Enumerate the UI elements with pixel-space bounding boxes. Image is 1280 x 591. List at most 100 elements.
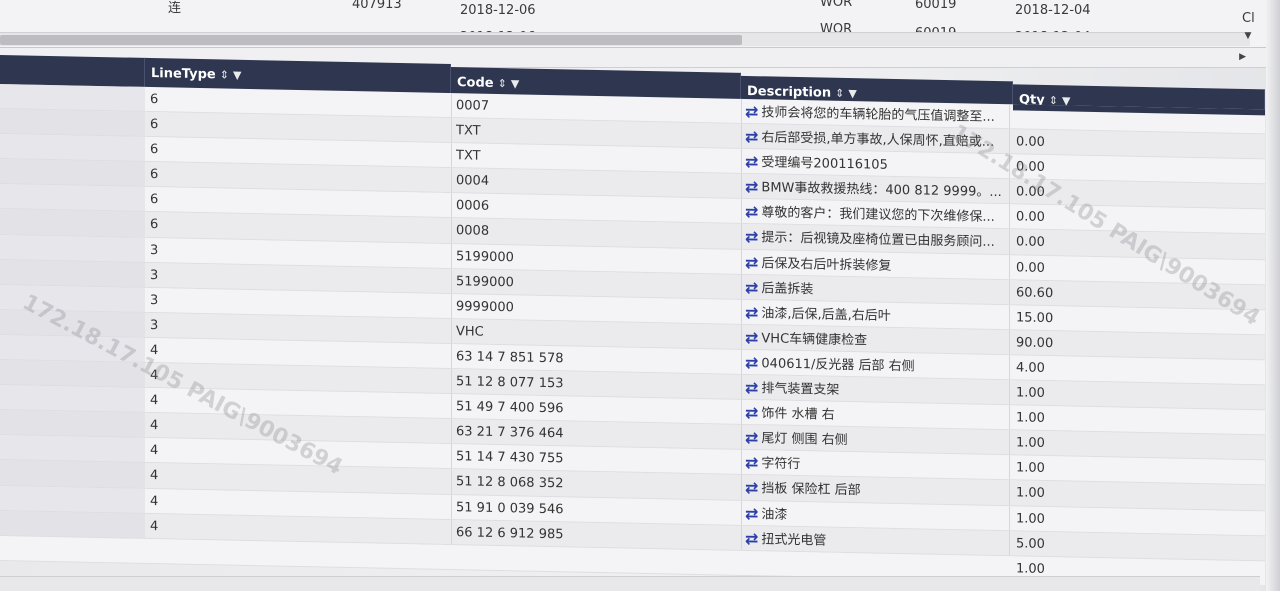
column-divider bbox=[1009, 430, 1010, 455]
description-text: 排气装置支架 bbox=[761, 381, 840, 398]
column-divider bbox=[741, 224, 742, 249]
swap-arrows-icon[interactable]: ⇄ bbox=[745, 350, 758, 375]
column-divider bbox=[741, 450, 742, 475]
description-text: 040611/反光器 后部 右侧 bbox=[761, 356, 915, 375]
row-selector[interactable] bbox=[0, 510, 145, 539]
description-text: 尊敬的客户：我们建议您的下次维修保... bbox=[761, 205, 995, 226]
row-selector[interactable] bbox=[0, 159, 145, 188]
column-divider bbox=[451, 318, 452, 344]
filter-icon[interactable]: ▼ bbox=[848, 87, 856, 100]
column-divider bbox=[451, 469, 452, 494]
row-selector[interactable] bbox=[0, 435, 145, 464]
column-divider bbox=[1009, 405, 1010, 430]
row-selector[interactable] bbox=[0, 284, 145, 313]
description-text: 油漆,后保,后盖,右后叶 bbox=[761, 306, 891, 324]
lower-horizontal-scrollbar[interactable] bbox=[0, 576, 1260, 591]
column-divider bbox=[451, 394, 452, 419]
column-divider bbox=[741, 98, 742, 123]
filter-icon[interactable]: ▼ bbox=[233, 69, 241, 82]
row-selector[interactable] bbox=[0, 385, 145, 414]
column-divider bbox=[741, 249, 742, 274]
upper-cell: 2018-12-06 bbox=[460, 3, 536, 18]
column-divider bbox=[741, 149, 742, 174]
swap-arrows-icon[interactable]: ⇄ bbox=[745, 450, 758, 475]
description-text: 字符行 bbox=[761, 456, 801, 473]
row-selector[interactable] bbox=[0, 460, 145, 489]
upper-cell: 2018-12-04 bbox=[1015, 3, 1091, 18]
row-selector[interactable] bbox=[0, 84, 145, 112]
swap-arrows-icon[interactable]: ⇄ bbox=[745, 275, 758, 300]
upper-cell: 60019 bbox=[915, 0, 957, 12]
upper-grid: 连 407913 2018-12-06 WOR 60019 2018-12-04… bbox=[0, 0, 1270, 48]
sort-icon[interactable]: ⇕ bbox=[220, 68, 229, 81]
upper-grid-row[interactable]: 连 407913 2018-12-06 WOR 60019 2018-12-04… bbox=[0, 0, 1255, 26]
column-divider bbox=[451, 519, 452, 544]
scroll-right-arrow-icon[interactable]: ▶ bbox=[1239, 52, 1246, 62]
row-selector[interactable] bbox=[0, 259, 145, 288]
column-divider bbox=[1009, 179, 1010, 204]
swap-arrows-icon[interactable]: ⇄ bbox=[745, 99, 758, 124]
description-text: 后盖拆装 bbox=[761, 280, 814, 297]
swap-arrows-icon[interactable]: ⇄ bbox=[745, 475, 758, 500]
column-divider bbox=[741, 199, 742, 224]
column-divider bbox=[741, 174, 742, 199]
sort-icon[interactable]: ⇕ bbox=[498, 77, 507, 90]
row-selector[interactable] bbox=[0, 485, 145, 514]
row-selector[interactable] bbox=[0, 184, 145, 213]
description-text: 右后部受损,单方事故,人保周怀,直赔或... bbox=[761, 130, 995, 151]
swap-arrows-icon[interactable]: ⇄ bbox=[745, 325, 758, 350]
column-divider bbox=[1009, 229, 1010, 254]
row-selector[interactable] bbox=[0, 234, 145, 263]
swap-arrows-icon[interactable]: ⇄ bbox=[745, 124, 758, 149]
upper-scrollbar-thumb[interactable] bbox=[0, 35, 742, 45]
column-divider bbox=[451, 143, 452, 168]
swap-arrows-icon[interactable]: ⇄ bbox=[745, 300, 758, 325]
swap-arrows-icon[interactable]: ⇄ bbox=[745, 149, 758, 174]
upper-horizontal-scrollbar[interactable] bbox=[0, 32, 1250, 46]
screen: 连 407913 2018-12-06 WOR 60019 2018-12-04… bbox=[0, 0, 1280, 591]
swap-arrows-icon[interactable]: ⇄ bbox=[745, 375, 758, 400]
description-text: BMW事故救援热线：400 812 9999。... bbox=[761, 180, 1002, 201]
swap-arrows-icon[interactable]: ⇄ bbox=[745, 500, 758, 525]
description-text: VHC车辆健康检查 bbox=[761, 331, 868, 349]
column-divider bbox=[1009, 530, 1010, 555]
row-selector[interactable] bbox=[0, 410, 145, 439]
swap-arrows-icon[interactable]: ⇄ bbox=[745, 174, 758, 199]
column-divider bbox=[451, 168, 452, 193]
column-divider bbox=[451, 243, 452, 268]
description-text: 受理编号200116105 bbox=[761, 155, 888, 174]
column-divider bbox=[1009, 305, 1010, 330]
column-divider bbox=[1009, 330, 1010, 355]
column-divider bbox=[741, 425, 742, 450]
row-selector[interactable] bbox=[0, 109, 145, 138]
column-divider bbox=[1009, 104, 1010, 129]
swap-arrows-icon[interactable]: ⇄ bbox=[745, 224, 758, 249]
upper-cell: WOR bbox=[820, 0, 853, 10]
sort-icon[interactable]: ⇕ bbox=[835, 87, 844, 100]
row-selector[interactable] bbox=[0, 360, 145, 388]
header-label: Description bbox=[747, 83, 832, 101]
header-label: Code bbox=[457, 75, 494, 91]
filter-icon[interactable]: ▼ bbox=[511, 77, 519, 90]
column-divider bbox=[741, 500, 742, 525]
column-divider bbox=[741, 274, 742, 299]
column-divider bbox=[1009, 254, 1010, 279]
column-divider bbox=[451, 343, 452, 369]
row-selector[interactable] bbox=[0, 334, 145, 363]
swap-arrows-icon[interactable]: ⇄ bbox=[745, 526, 758, 551]
column-divider bbox=[741, 475, 742, 500]
swap-arrows-icon[interactable]: ⇄ bbox=[745, 425, 758, 450]
row-selector[interactable] bbox=[0, 209, 145, 238]
swap-arrows-icon[interactable]: ⇄ bbox=[745, 400, 758, 425]
column-divider bbox=[451, 193, 452, 218]
column-divider bbox=[741, 349, 742, 374]
column-divider bbox=[451, 494, 452, 519]
row-selector[interactable] bbox=[0, 134, 145, 163]
swap-arrows-icon[interactable]: ⇄ bbox=[745, 199, 758, 224]
screen-bezel bbox=[1266, 0, 1280, 591]
column-divider bbox=[741, 324, 742, 349]
column-divider bbox=[451, 419, 452, 444]
scroll-down-arrow-icon[interactable]: ▼ bbox=[1242, 30, 1254, 42]
row-selector[interactable] bbox=[0, 309, 145, 338]
swap-arrows-icon[interactable]: ⇄ bbox=[745, 250, 758, 275]
